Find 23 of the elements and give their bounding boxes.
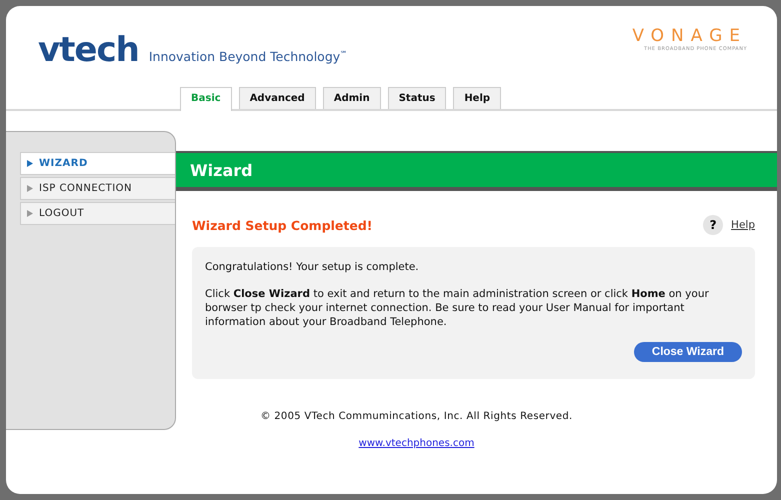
triangle-icon (27, 160, 33, 167)
sidebar-item[interactable]: WIZARD (20, 152, 175, 175)
tab[interactable]: Status (388, 87, 446, 109)
instructions-text: Click Close Wizard to exit and return to the main administration screen or click Home on your borwser tp check your internet connection. Be sure to read your User Manual for important information about your Broadband Telephone. (205, 287, 710, 329)
website-link[interactable]: www.vtechphones.com (358, 438, 474, 449)
tab[interactable]: Admin (322, 87, 381, 109)
tagline: Innovation Beyond Technology$^{℠}$ (148, 49, 348, 64)
tab[interactable]: Advanced (238, 87, 316, 109)
close-wizard-button[interactable]: Close Wizard (634, 342, 742, 362)
section-title: Wizard (176, 151, 777, 191)
tab[interactable]: Basic (180, 87, 232, 111)
status-heading: Wizard Setup Completed! (192, 218, 372, 232)
message-text: Congratulations! Your setup is complete. (205, 260, 420, 274)
sidebar-item[interactable]: ISP CONNECTION (20, 177, 175, 200)
vtech-logo: vtech (38, 30, 139, 70)
triangle-icon (27, 210, 33, 217)
copyright-text: © 2005 VTech Commumincations, Inc. All Rights Reserved. (260, 411, 572, 422)
help-icon[interactable]: ? (703, 215, 724, 235)
triangle-icon (27, 185, 33, 192)
sidebar-item[interactable]: LOGOUT (20, 202, 175, 225)
tab[interactable]: Help (453, 87, 502, 109)
partner-logo: VONAGE (632, 26, 747, 46)
help-link[interactable]: Help (731, 219, 755, 231)
